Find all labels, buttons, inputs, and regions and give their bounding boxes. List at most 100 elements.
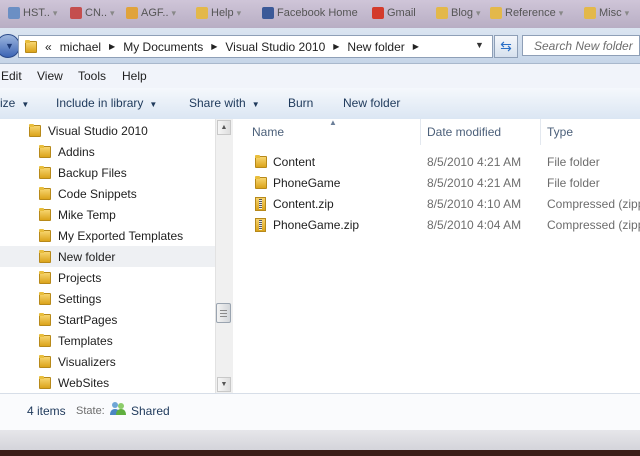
folder-icon [255, 155, 267, 168]
column-divider[interactable] [420, 119, 421, 145]
bookmark-icon [262, 7, 274, 19]
bookmark-label: Facebook Home [277, 7, 358, 19]
bookmark-item[interactable]: Blog ▾ [436, 4, 481, 22]
bookmark-item[interactable]: AGF.. ▾ [126, 4, 176, 22]
zip-file-icon [255, 196, 266, 211]
file-row[interactable]: PhoneGame.zip 8/5/2010 4:04 AM Compresse… [245, 214, 640, 235]
new-folder-button[interactable]: New folder [343, 96, 400, 110]
nav-item-label: Projects [58, 270, 102, 285]
file-date: 8/5/2010 4:21 AM [427, 175, 522, 190]
column-divider[interactable] [540, 119, 541, 145]
organize-label: ize [0, 96, 16, 110]
nav-item-settings[interactable]: Settings [0, 288, 215, 309]
breadcrumb-my-documents[interactable]: My Documents [123, 40, 203, 54]
file-name: PhoneGame [273, 175, 341, 190]
nav-item-mike-temp[interactable]: Mike Temp [0, 204, 215, 225]
nav-item-my-exported-templates[interactable]: My Exported Templates [0, 225, 215, 246]
scroll-thumb[interactable] [216, 303, 231, 323]
menu-help[interactable]: Help [122, 69, 147, 83]
bookmark-item[interactable]: CN.. ▾ [70, 4, 115, 22]
nav-item-label: Visualizers [58, 354, 116, 369]
column-header-type[interactable]: Type [547, 125, 573, 139]
file-type: File folder [547, 154, 600, 169]
nav-item-label: Mike Temp [58, 207, 116, 222]
column-header-name[interactable]: Name [252, 125, 284, 139]
file-row[interactable]: Content 8/5/2010 4:21 AM File folder [245, 151, 640, 172]
nav-item-websites[interactable]: WebSites [0, 372, 215, 393]
refresh-button[interactable]: ⇆ [494, 35, 518, 58]
nav-item-label: Visual Studio 2010 [48, 123, 148, 138]
folder-icon [39, 208, 51, 221]
file-row[interactable]: Content.zip 8/5/2010 4:10 AM Compressed … [245, 193, 640, 214]
nav-item-new-folder[interactable]: New folder [0, 246, 215, 267]
bookmark-label: Help [211, 7, 234, 19]
breadcrumb-arrow-icon[interactable]: ▶ [109, 42, 115, 51]
nav-item-visual-studio[interactable]: Visual Studio 2010 [0, 120, 215, 141]
chevron-down-icon: ▼ [21, 100, 30, 109]
nav-item-label: StartPages [58, 312, 118, 327]
nav-item-code-snippets[interactable]: Code Snippets [0, 183, 215, 204]
file-type: Compressed (zipp [547, 196, 640, 211]
burn-button[interactable]: Burn [288, 96, 313, 110]
nav-item-startpages[interactable]: StartPages [0, 309, 215, 330]
bookmark-label: Gmail [387, 7, 416, 19]
breadcrumb-arrow-icon[interactable]: ▶ [333, 42, 339, 51]
file-name: Content [273, 154, 316, 169]
bookmark-icon [436, 7, 448, 19]
bookmark-label: Misc [599, 7, 622, 19]
search-input[interactable] [532, 37, 639, 54]
bookmark-item[interactable]: Misc ▾ [584, 4, 629, 22]
column-header-date-modified[interactable]: Date modified [427, 125, 501, 139]
nav-item-label: WebSites [58, 375, 110, 390]
bookmark-item[interactable]: Reference ▾ [490, 4, 563, 22]
breadcrumb-visual-studio[interactable]: Visual Studio 2010 [225, 40, 325, 54]
nav-scrollbar[interactable]: ▲ ▼ [215, 119, 233, 393]
nav-item-projects[interactable]: Projects [0, 267, 215, 288]
include-in-library-button[interactable]: Include in library ▼ [56, 96, 157, 110]
file-name: Content.zip [273, 196, 334, 211]
address-dropdown-icon[interactable]: ▼ [475, 40, 484, 50]
breadcrumb-arrow-icon[interactable]: ▶ [211, 42, 217, 51]
organize-button[interactable]: ize ▼ [0, 96, 29, 110]
menu-edit[interactable]: Edit [1, 69, 22, 83]
bookmark-item[interactable]: Help ▾ [196, 4, 241, 22]
shared-users-icon [110, 401, 126, 415]
bookmark-label: CN.. [85, 7, 107, 19]
breadcrumb-new-folder[interactable]: New folder [347, 40, 404, 54]
folder-icon [29, 124, 41, 137]
bookmark-icon [196, 7, 208, 19]
bookmark-item[interactable]: HST.. ▾ [8, 4, 57, 22]
chevron-down-icon: ▼ [251, 100, 260, 109]
nav-item-addins[interactable]: Addins [0, 141, 215, 162]
folder-icon [255, 176, 267, 189]
bookmark-item[interactable]: Gmail [372, 4, 416, 22]
navigation-pane: Visual Studio 2010 Addins Backup Files C… [0, 119, 215, 393]
folder-icon [25, 40, 37, 53]
breadcrumb-arrow-icon[interactable]: ▶ [413, 42, 419, 51]
bookmark-icon [490, 7, 502, 19]
folder-icon [39, 145, 51, 158]
search-box[interactable] [522, 35, 640, 56]
nav-item-backup-files[interactable]: Backup Files [0, 162, 215, 183]
nav-item-templates[interactable]: Templates [0, 330, 215, 351]
recent-pages-dropdown-icon[interactable]: ▼ [5, 41, 14, 51]
folder-icon [39, 376, 51, 389]
bookmark-label: Blog [451, 7, 474, 19]
scroll-up-icon[interactable]: ▲ [217, 120, 231, 135]
file-name: PhoneGame.zip [273, 217, 360, 232]
overflow-chevron-icon[interactable]: « [45, 40, 52, 54]
menu-tools[interactable]: Tools [78, 69, 106, 83]
menu-view[interactable]: View [37, 69, 63, 83]
scroll-down-icon[interactable]: ▼ [217, 377, 231, 392]
bookmark-item[interactable]: Facebook Home [262, 4, 358, 22]
folder-icon [39, 166, 51, 179]
share-with-button[interactable]: Share with ▼ [189, 96, 260, 110]
desktop-edge [0, 450, 640, 456]
address-bar[interactable]: « michael ▶ My Documents ▶ Visual Studio 2… [18, 35, 493, 58]
details-pane: 4 items State: Shared [0, 393, 640, 431]
breadcrumb-michael[interactable]: michael [60, 40, 101, 54]
nav-item-visualizers[interactable]: Visualizers [0, 351, 215, 372]
zip-file-icon [255, 217, 266, 232]
sort-ascending-icon: ▲ [329, 118, 337, 127]
file-row[interactable]: PhoneGame 8/5/2010 4:21 AM File folder [245, 172, 640, 193]
